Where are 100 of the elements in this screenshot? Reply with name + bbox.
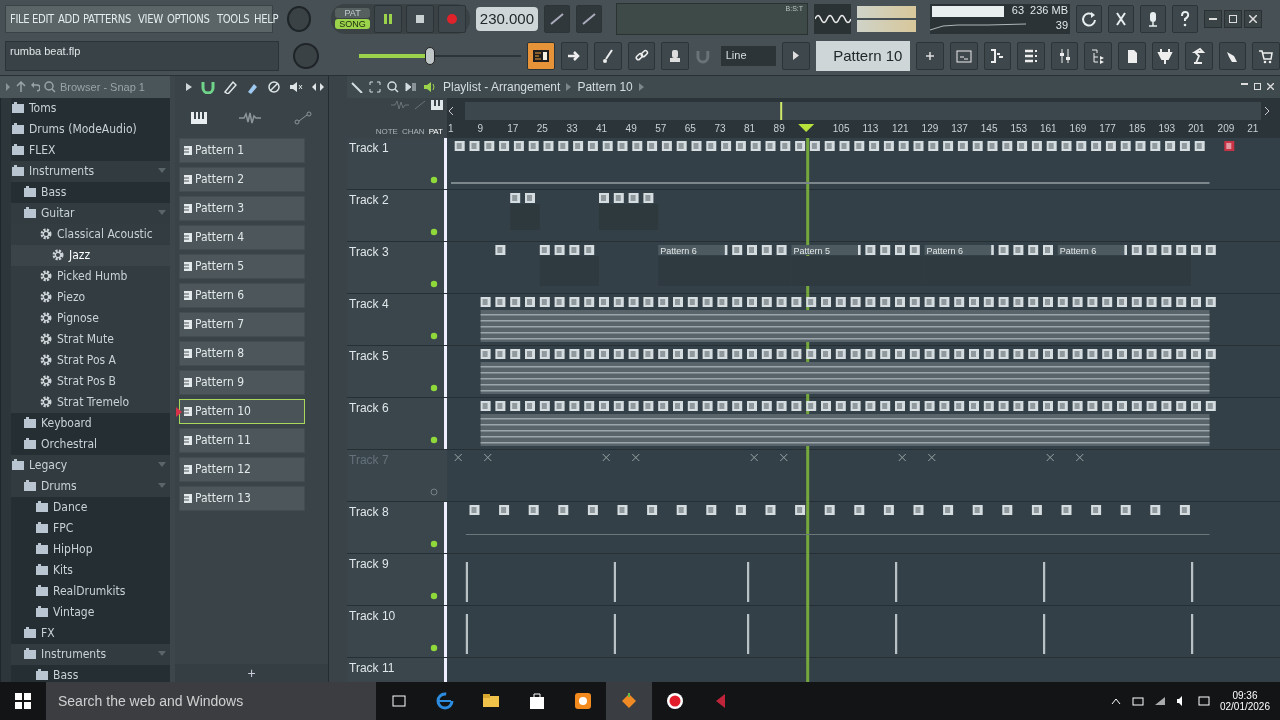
bar-number: 17 — [507, 122, 519, 134]
bar-number: 33 — [566, 122, 578, 134]
playlist-title: Playlist - Arrangement — [443, 79, 561, 94]
snap-dropdown[interactable]: Line — [720, 45, 776, 66]
clip-label: Pattern 5 — [793, 245, 830, 256]
track-header[interactable]: Track 2 — [347, 189, 447, 241]
browser-item[interactable]: Vintage — [11, 601, 170, 623]
clock-time: 09:36 — [1232, 690, 1258, 701]
pattern-item[interactable]: Pattern 11 — [179, 427, 305, 453]
pattern-item[interactable]: Pattern 8 — [179, 340, 305, 366]
track-header[interactable]: Track 11 — [347, 657, 447, 682]
browser-item[interactable]: Picked Humb — [11, 265, 170, 287]
track-header[interactable]: Track 6 — [347, 397, 447, 449]
cpu-reading: 63 — [1010, 3, 1026, 18]
browser-item[interactable]: Drums (ModeAudio) — [11, 118, 170, 140]
bar-number: 9 — [477, 122, 484, 134]
bar-number: 169 — [1069, 122, 1087, 134]
clip-label: Pattern 6 — [660, 245, 697, 256]
browser-item[interactable]: Toms — [11, 97, 170, 119]
bar-number: 57 — [655, 122, 667, 134]
search-field[interactable]: Search the web and Windows — [46, 682, 376, 720]
clock-date: 02/01/2026 — [1219, 701, 1270, 712]
browser-item[interactable]: FX — [11, 622, 170, 644]
bar-number: 41 — [596, 122, 608, 134]
project-name: rumba beat.flp — [5, 40, 279, 71]
menu-item[interactable]: TOOLS — [216, 11, 249, 26]
view-tab[interactable]: PAT — [428, 126, 443, 136]
pattern-item[interactable]: Pattern 4 — [179, 224, 305, 250]
track-header[interactable]: Track 10 — [347, 605, 447, 657]
browser-item[interactable]: Kits — [11, 559, 170, 581]
view-tab[interactable]: NOTE — [375, 126, 398, 136]
menu-item[interactable]: PATTERNS — [82, 11, 131, 26]
menu-item[interactable]: FILE — [10, 11, 30, 26]
menu-item[interactable]: OPTIONS — [167, 11, 210, 26]
browser-item[interactable]: Drums — [11, 475, 170, 497]
menu-item[interactable]: HELP — [254, 11, 279, 26]
track-header[interactable]: Track 1 — [347, 137, 447, 189]
menu-item[interactable]: EDIT — [32, 11, 55, 26]
browser-item[interactable]: Piezo — [11, 286, 170, 308]
browser-item[interactable]: FPC — [11, 517, 170, 539]
bar-number: 145 — [980, 122, 998, 134]
bar-number: 21 — [1247, 122, 1259, 134]
bar-number: 185 — [1128, 122, 1146, 134]
browser-item[interactable]: Strat Pos A — [11, 349, 170, 371]
bar-number: 161 — [1040, 122, 1057, 134]
bar-number: 209 — [1217, 122, 1235, 134]
browser-item[interactable]: Instruments — [11, 643, 170, 665]
track-header[interactable]: Track 5 — [347, 345, 447, 397]
browser-item[interactable]: Classical Acoustic — [11, 223, 170, 245]
pattern-item[interactable]: Pattern 3 — [179, 195, 305, 221]
view-tab[interactable]: CHAN — [401, 126, 425, 136]
pattern-item[interactable]: Pattern 9 — [179, 369, 305, 395]
pattern-item[interactable]: Pattern 7 — [179, 311, 305, 337]
pattern-item[interactable]: Pattern 10 — [179, 398, 305, 424]
mode-toggle[interactable]: SONG — [335, 19, 370, 29]
browser-item[interactable]: Keyboard — [11, 412, 170, 434]
menu-item[interactable]: VIEW — [138, 11, 164, 26]
playlist-pattern: Pattern 10 — [577, 79, 633, 94]
menu-item[interactable]: ADD — [57, 11, 80, 26]
track-header[interactable]: Track 3 — [347, 241, 447, 293]
pattern-item[interactable]: Pattern 13 — [179, 485, 305, 511]
pattern-item[interactable]: Pattern 2 — [179, 166, 305, 192]
browser-item[interactable]: RealDrumkits — [11, 580, 170, 602]
browser-item[interactable]: Orchestral — [11, 433, 170, 455]
bar-number: 105 — [832, 122, 850, 134]
polyphony-reading: 39 — [1054, 18, 1070, 33]
pattern-selector[interactable]: Pattern 10 — [815, 40, 911, 71]
browser-item[interactable]: Strat Tremelo — [11, 391, 170, 413]
track-header[interactable]: Track 9 — [347, 553, 447, 605]
browser-item[interactable]: Dance — [11, 496, 170, 518]
bar-number: 1 — [448, 122, 454, 134]
mode-toggle[interactable]: PAT — [335, 8, 370, 18]
browser-item[interactable]: Pignose — [11, 307, 170, 329]
track-header[interactable]: Track 4 — [347, 293, 447, 345]
pattern-item[interactable]: Pattern 6 — [179, 282, 305, 308]
clip-label: Pattern 6 — [926, 245, 964, 256]
browser-item[interactable]: Instruments — [11, 160, 170, 182]
bar-number: 89 — [773, 122, 785, 134]
browser-item[interactable]: Guitar — [11, 202, 170, 224]
tempo-field[interactable]: 230.000 — [475, 6, 539, 31]
browser-item[interactable]: Jazz — [11, 244, 170, 266]
pattern-item[interactable]: Pattern 5 — [179, 253, 305, 279]
browser-item[interactable]: Strat Mute — [11, 328, 170, 350]
bar-number: 137 — [951, 122, 968, 134]
browser-item[interactable]: Legacy — [11, 454, 170, 476]
bar-number: 153 — [1010, 122, 1028, 134]
browser-item[interactable]: HipHop — [11, 538, 170, 560]
bar-number: 129 — [921, 122, 939, 134]
track-header[interactable]: Track 8 — [347, 501, 447, 553]
browser-item[interactable]: Bass — [11, 181, 170, 203]
browser-item[interactable]: FLEX — [11, 139, 170, 161]
browser-title: Browser - Snap 1 — [60, 80, 145, 93]
browser-item[interactable]: Strat Pos B — [11, 370, 170, 392]
pattern-item[interactable]: Pattern 1 — [179, 137, 305, 163]
add-pattern-button[interactable]: + — [175, 664, 328, 682]
clock[interactable]: 09:36 02/01/2026 — [1219, 690, 1270, 712]
pattern-item[interactable]: Pattern 12 — [179, 456, 305, 482]
bar-number: 201 — [1188, 122, 1205, 134]
bar-number: 65 — [684, 122, 696, 134]
bar-number: 113 — [862, 122, 879, 134]
